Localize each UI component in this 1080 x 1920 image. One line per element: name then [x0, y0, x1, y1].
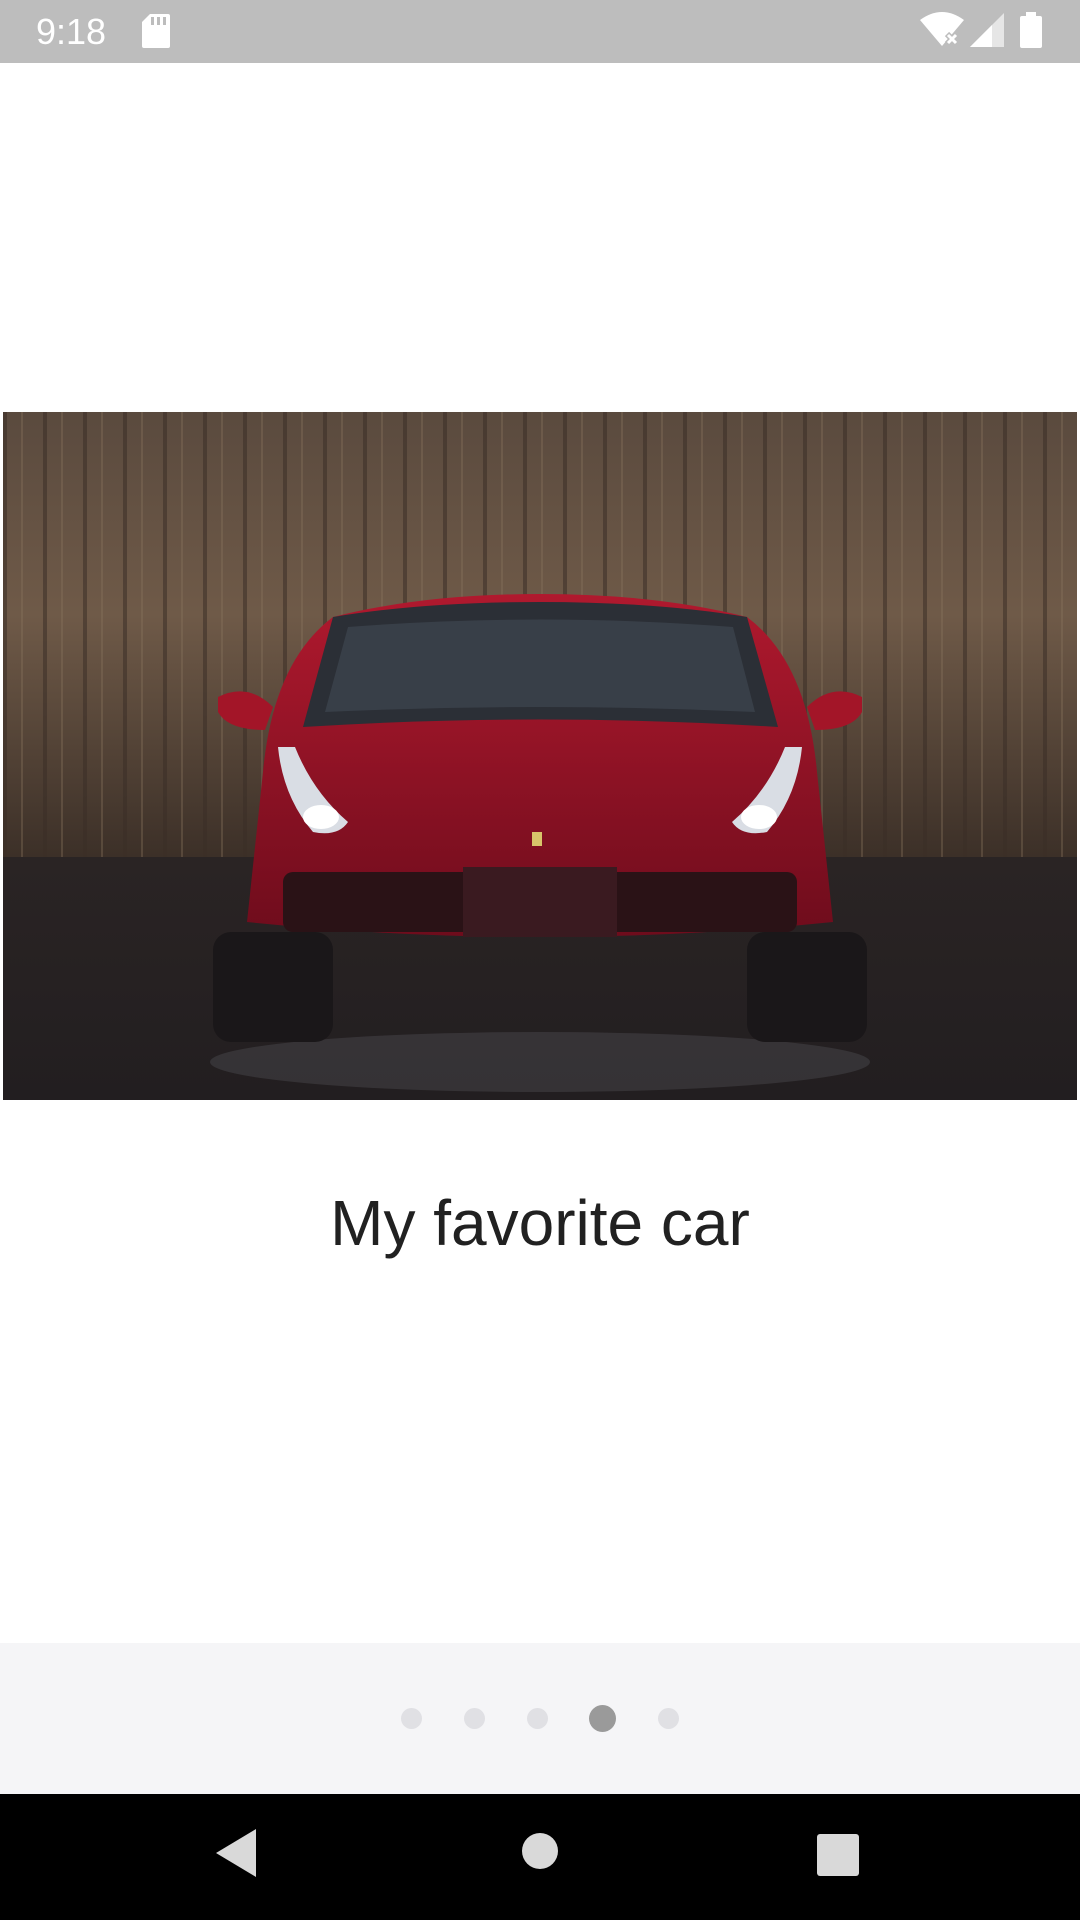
recents-icon[interactable]: [817, 1834, 859, 1876]
sd-card-icon: [142, 14, 170, 48]
back-icon[interactable]: [216, 1829, 258, 1877]
page-dot-1[interactable]: [401, 1708, 422, 1729]
page-dot-5[interactable]: [658, 1708, 679, 1729]
battery-icon: [1020, 12, 1042, 48]
home-icon[interactable]: [520, 1831, 560, 1871]
navigation-bar: [0, 1794, 1080, 1920]
page-dot-3[interactable]: [527, 1708, 548, 1729]
page-dot-4-active[interactable]: [589, 1705, 616, 1732]
pager-bar: [0, 1643, 1080, 1794]
page-caption: My favorite car: [330, 1187, 750, 1259]
status-time: 9:18: [36, 11, 107, 52]
page-dot-2[interactable]: [464, 1708, 485, 1729]
status-bar: 9:18: [0, 0, 1080, 63]
page-indicator: [0, 1643, 1080, 1794]
wifi-no-internet-icon: [920, 12, 964, 47]
cell-signal-icon: [970, 13, 1004, 47]
onboarding-page: My favorite car: [0, 63, 1080, 1643]
red-car-photo: [3, 412, 1077, 1100]
